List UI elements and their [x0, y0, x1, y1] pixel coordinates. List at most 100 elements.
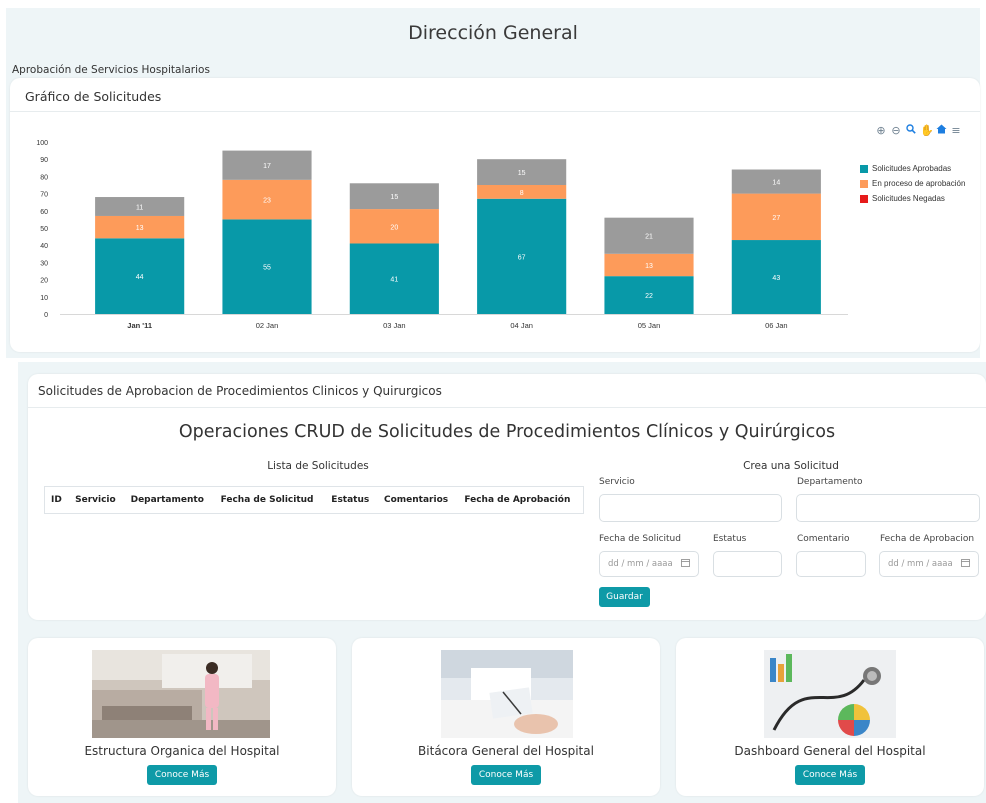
data-label: 15 — [518, 170, 526, 177]
data-label: 21 — [645, 234, 653, 241]
comentario-label: Comentario — [797, 534, 850, 544]
card-title: Bitácora General del Hospital — [418, 744, 594, 758]
y-tick-label: 80 — [40, 174, 48, 181]
conoce-mas-button[interactable]: Conoce Más — [147, 765, 217, 785]
x-tick-label: 04 Jan — [510, 321, 533, 330]
legend-swatch — [860, 194, 868, 203]
y-tick-label: 100 — [36, 140, 48, 147]
crud-title: Operaciones CRUD de Solicitudes de Proce… — [178, 422, 836, 442]
x-tick-label: Jan '11 — [127, 321, 152, 330]
chart-toolbar: ⊕ ⊖ ✋ ≡ — [875, 124, 962, 137]
hospital-room-image — [92, 650, 270, 738]
y-tick-label: 10 — [40, 295, 48, 302]
data-label: 43 — [772, 275, 780, 282]
data-label: 17 — [263, 163, 271, 170]
legend-label: En proceso de aprobación — [872, 179, 966, 188]
data-label: 14 — [772, 180, 780, 187]
legend-item[interactable]: Solicitudes Aprobadas — [860, 164, 965, 173]
col-estatus[interactable]: Estatus — [325, 486, 378, 514]
data-label: 15 — [390, 194, 398, 201]
info-card-estructura: Estructura Organica del Hospital Conoce … — [28, 638, 336, 796]
info-card-bitacora: Bitácora General del Hospital Conoce Más — [352, 638, 660, 796]
conoce-mas-button[interactable]: Conoce Más — [795, 765, 865, 785]
data-label: 22 — [645, 293, 653, 300]
data-label: 20 — [390, 224, 398, 231]
save-button[interactable]: Guardar — [599, 587, 650, 607]
y-tick-label: 90 — [40, 157, 48, 164]
estatus-input[interactable] — [713, 551, 782, 577]
col-comentarios[interactable]: Comentarios — [378, 486, 459, 514]
col-fecha-aprobacion[interactable]: Fecha de Aprobación — [458, 486, 585, 514]
data-label: 13 — [645, 263, 653, 270]
legend-item[interactable]: En proceso de aprobación — [860, 179, 965, 188]
y-tick-label: 0 — [44, 312, 48, 319]
data-label: 55 — [263, 265, 271, 272]
menu-icon[interactable]: ≡ — [950, 124, 962, 137]
departamento-label: Departamento — [797, 477, 863, 487]
fecha-aprobacion-input[interactable]: dd / mm / aaaa — [879, 551, 979, 577]
col-id[interactable]: ID — [44, 486, 70, 514]
requests-chart: 0 10 20 30 40 50 60 70 80 90 100 44 13 11 Jan '11 55 23 1… — [36, 140, 848, 330]
col-fecha-solicitud[interactable]: Fecha de Solicitud — [214, 486, 326, 514]
y-tick-label: 70 — [40, 192, 48, 199]
data-label: 41 — [390, 277, 398, 284]
table-header-row: ID Servicio Departamento Fecha de Solici… — [44, 486, 585, 514]
requests-table: ID Servicio Departamento Fecha de Solici… — [44, 486, 585, 514]
data-label: 13 — [136, 225, 144, 232]
data-label: 67 — [518, 254, 526, 261]
data-label: 23 — [263, 198, 271, 205]
chart-legend: Solicitudes Aprobadas En proceso de aprob… — [860, 164, 965, 209]
crud-card: Solicitudes de Aprobacion de Procedimien… — [28, 374, 986, 620]
x-tick-label: 06 Jan — [765, 321, 788, 330]
doctor-writing-image — [441, 650, 573, 738]
col-servicio[interactable]: Servicio — [69, 486, 125, 514]
form-title: Crea una Solicitud — [743, 460, 839, 472]
fecha-solicitud-input[interactable]: dd / mm / aaaa — [599, 551, 699, 577]
chart-card-title: Gráfico de Solicitudes — [10, 78, 980, 112]
zoom-in-icon[interactable]: ⊕ — [875, 124, 887, 137]
fecha-solicitud-label: Fecha de Solicitud — [599, 534, 681, 544]
data-label: 44 — [136, 274, 144, 281]
calendar-icon[interactable] — [961, 558, 970, 570]
card-title: Dashboard General del Hospital — [734, 744, 926, 758]
y-tick-label: 50 — [40, 226, 48, 233]
crud-card-header: Solicitudes de Aprobacion de Procedimien… — [28, 374, 986, 408]
legend-label: Solicitudes Aprobadas — [872, 164, 952, 173]
legend-swatch — [860, 164, 868, 173]
data-label: 8 — [520, 190, 524, 197]
zoom-out-icon[interactable]: ⊖ — [890, 124, 902, 137]
y-tick-label: 30 — [40, 260, 48, 267]
y-tick-label: 40 — [40, 243, 48, 250]
date-placeholder: dd / mm / aaaa — [888, 559, 953, 569]
y-tick-label: 20 — [40, 278, 48, 285]
fecha-aprobacion-label: Fecha de Aprobacion — [880, 534, 975, 544]
y-tick-label: 60 — [40, 209, 48, 216]
chart-card: Gráfico de Solicitudes 0 10 20 30 40 50 60 70 80… — [10, 78, 980, 352]
date-placeholder: dd / mm / aaaa — [608, 559, 673, 569]
legend-swatch — [860, 179, 868, 188]
departamento-input[interactable] — [796, 494, 980, 522]
data-label: 27 — [772, 215, 780, 222]
x-tick-label: 03 Jan — [383, 321, 406, 330]
data-label: 11 — [136, 205, 143, 212]
servicio-label: Servicio — [599, 477, 635, 487]
estatus-label: Estatus — [713, 534, 747, 544]
x-tick-label: 02 Jan — [256, 321, 279, 330]
pan-hand-icon[interactable]: ✋ — [920, 124, 934, 137]
legend-item[interactable]: Solicitudes Negadas — [860, 194, 965, 203]
magnifier-icon[interactable] — [905, 124, 917, 137]
page-title: Dirección General — [408, 22, 578, 44]
info-card-dashboard: Dashboard General del Hospital Conoce Má… — [676, 638, 984, 796]
servicio-input[interactable] — [599, 494, 782, 522]
section-label: Aprobación de Servicios Hospitalarios — [12, 64, 210, 76]
comentario-input[interactable] — [796, 551, 866, 577]
card-title: Estructura Organica del Hospital — [84, 744, 280, 758]
calendar-icon[interactable] — [681, 558, 690, 570]
x-tick-label: 05 Jan — [638, 321, 661, 330]
list-title: Lista de Solicitudes — [267, 460, 369, 472]
stethoscope-charts-image — [764, 650, 896, 738]
legend-label: Solicitudes Negadas — [872, 194, 945, 203]
col-departamento[interactable]: Departamento — [124, 486, 215, 514]
home-icon[interactable] — [935, 124, 947, 137]
conoce-mas-button[interactable]: Conoce Más — [471, 765, 541, 785]
